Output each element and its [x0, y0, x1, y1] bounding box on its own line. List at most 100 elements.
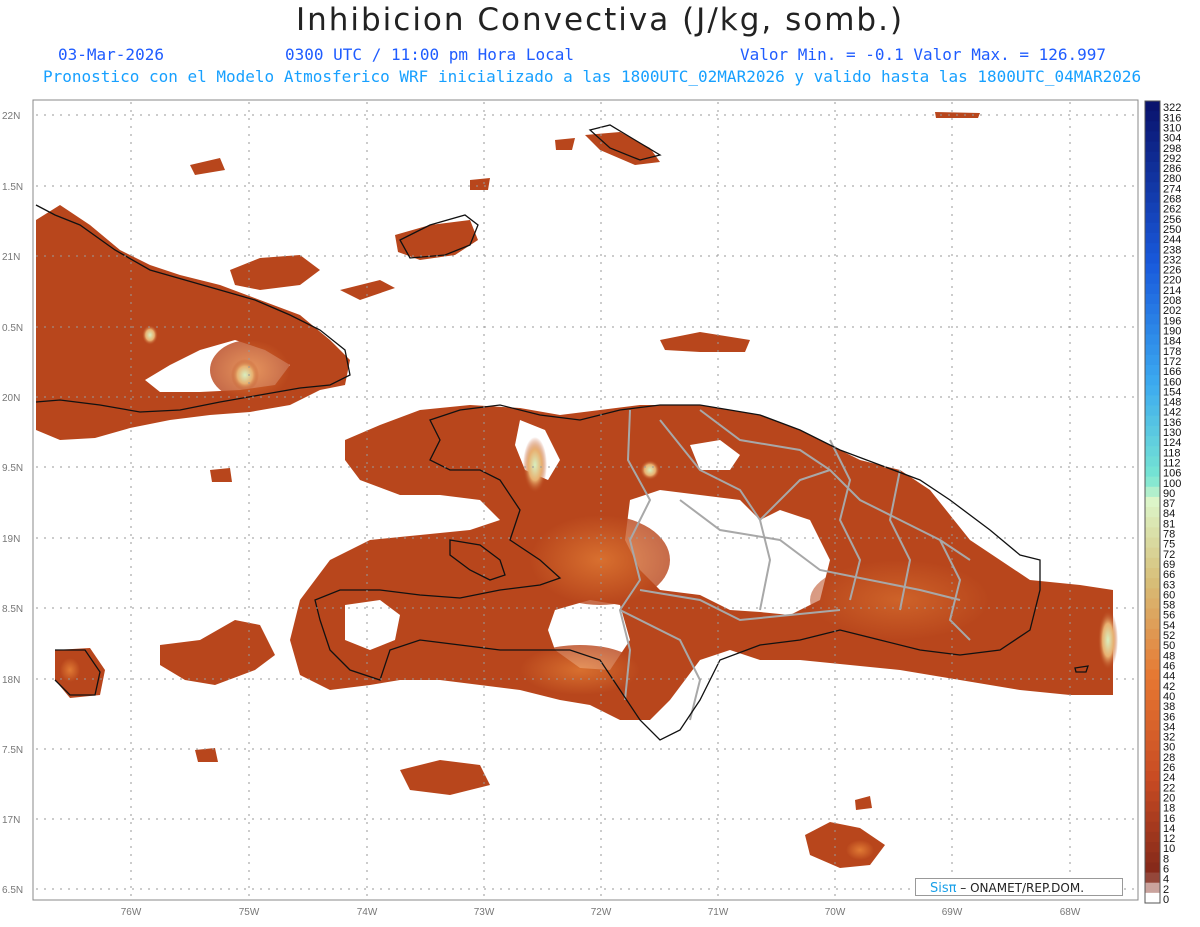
colorbar-swatch [1145, 456, 1160, 467]
colorbar-swatch [1145, 131, 1160, 143]
colorbar-swatch [1145, 375, 1160, 386]
colorbar-swatch [1145, 527, 1160, 539]
colorbar-swatch [1145, 537, 1160, 549]
colorbar-swatch [1145, 314, 1160, 325]
colorbar-swatch [1145, 710, 1160, 721]
colorbar-swatch [1145, 771, 1160, 782]
credit-text: – ONAMET/REP.DOM. [960, 881, 1085, 895]
colorbar-swatch [1145, 273, 1160, 285]
colorbar-swatch [1145, 598, 1160, 610]
colorbar-swatch [1145, 608, 1160, 620]
colorbar-swatch [1145, 141, 1160, 153]
field-patch-s2 [805, 822, 885, 868]
lat-label: 8.5N [2, 604, 23, 615]
colorbar-swatch [1145, 669, 1160, 681]
colorbar-swatch [1145, 831, 1160, 843]
colorbar-swatch [1145, 740, 1160, 752]
field-light-w-island [60, 658, 80, 682]
lat-label: 6.5N [2, 885, 23, 896]
lat-label: 17N [2, 815, 20, 826]
colorbar-swatch [1145, 811, 1160, 823]
colorbar-swatch [1145, 821, 1160, 833]
colorbar-swatch [1145, 892, 1160, 904]
field-light-south [520, 645, 640, 695]
lat-label: 0.5N [2, 323, 23, 334]
colorbar: 3223163103042982922862802742682622562502… [1144, 100, 1181, 906]
colorbar-swatch [1145, 872, 1160, 884]
colorbar-swatch [1145, 253, 1160, 264]
colorbar-swatch [1145, 232, 1160, 244]
colorbar-swatch [1145, 415, 1160, 427]
field-light-east [810, 560, 990, 640]
colorbar-swatch [1145, 578, 1160, 589]
field-peak-cuba-w [142, 325, 158, 345]
field-patch-s1 [400, 760, 490, 795]
colorbar-swatch [1145, 446, 1160, 457]
colorbar-label: 0 [1163, 894, 1169, 906]
colorbar-swatch [1145, 628, 1160, 640]
field-patch-s4 [855, 796, 872, 810]
colorbar-swatch [1145, 547, 1160, 559]
colorbar-swatch [1145, 466, 1160, 478]
colorbar-swatch [1145, 202, 1160, 214]
lon-axis: 76W 75W 74W 73W 72W 71W 70W 69W 68W [121, 907, 1081, 918]
field-patch-n3 [190, 158, 225, 175]
colorbar-swatch [1145, 192, 1160, 204]
colorbar-swatch [1145, 567, 1160, 579]
colorbar-swatch [1145, 222, 1160, 234]
colorbar-swatch [1145, 699, 1160, 711]
lat-label: 7.5N [2, 745, 23, 756]
colorbar-swatch [1145, 324, 1160, 335]
lat-label: 1.5N [2, 182, 23, 193]
colorbar-swatch [1145, 161, 1160, 173]
colorbar-swatch [1145, 344, 1160, 356]
colorbar-swatch [1145, 263, 1160, 275]
field-patch-n1 [230, 255, 320, 290]
field-patch-n6 [660, 332, 750, 352]
colorbar-swatch [1145, 172, 1160, 183]
colorbar-swatch [1145, 720, 1160, 731]
colorbar-swatch [1145, 649, 1160, 660]
colorbar-swatch [1145, 760, 1160, 772]
colorbar-swatch [1145, 730, 1160, 742]
colorbar-swatch [1145, 842, 1160, 853]
colorbar-swatch [1145, 101, 1160, 112]
lon-label: 76W [121, 907, 142, 918]
colorbar-swatch [1145, 750, 1160, 762]
field-patch-sw [160, 620, 275, 685]
colorbar-swatch [1145, 486, 1160, 498]
colorbar-swatch [1145, 639, 1160, 650]
field-peak-cuba [231, 359, 259, 391]
lon-label: 68W [1060, 907, 1081, 918]
colorbar-swatch [1145, 476, 1160, 488]
lon-label: 74W [357, 907, 378, 918]
colorbar-swatch [1145, 882, 1160, 894]
colorbar-swatch [1145, 293, 1160, 305]
field-light-s2 [846, 840, 874, 860]
colorbar-swatch [1145, 212, 1160, 224]
lat-axis: 22N 1.5N 21N 0.5N 20N 9.5N 19N 8.5N 18N … [2, 111, 23, 896]
field-patch-n5 [470, 178, 490, 190]
colorbar-swatch [1145, 334, 1160, 346]
cin-field [36, 112, 1118, 868]
colorbar-swatch [1145, 507, 1160, 518]
colorbar-swatch [1145, 364, 1160, 376]
colorbar-swatch [1145, 791, 1160, 802]
colorbar-swatch [1145, 304, 1160, 315]
field-patch-s3 [195, 748, 218, 762]
lon-label: 75W [239, 907, 260, 918]
field-patch-n4 [340, 280, 395, 300]
colorbar-swatch [1145, 151, 1160, 163]
colorbar-swatch [1145, 243, 1160, 254]
colorbar-swatch [1145, 436, 1160, 447]
lat-label: 19N [2, 534, 20, 545]
lon-label: 71W [708, 907, 729, 918]
colorbar-swatch [1145, 679, 1160, 691]
brand-logo: Sisπ [930, 881, 957, 896]
field-patch-n7 [555, 138, 575, 150]
colorbar-swatch [1145, 385, 1160, 396]
colorbar-swatch [1145, 557, 1160, 569]
colorbar-swatch [1145, 425, 1160, 437]
colorbar-swatch [1145, 182, 1160, 193]
lon-label: 69W [942, 907, 963, 918]
